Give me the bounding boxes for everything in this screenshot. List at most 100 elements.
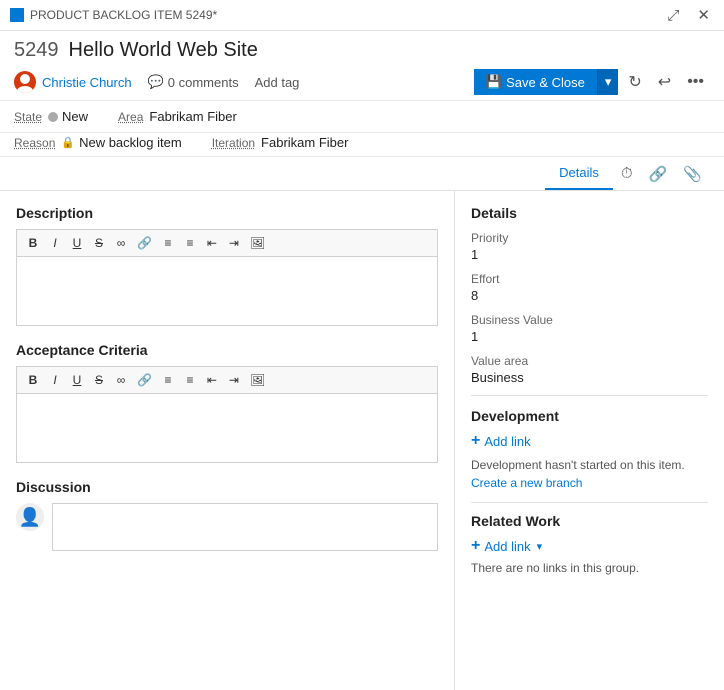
title-bar-label: PRODUCT BACKLOG ITEM 5249* [30, 8, 217, 22]
ol-button[interactable]: ≡ [180, 234, 200, 252]
underline-button[interactable]: U [67, 234, 87, 252]
ac-ol-button[interactable]: ≡ [180, 371, 200, 389]
fields-row-2: Reason 🔒 New backlog item Iteration Fabr… [0, 133, 724, 157]
development-note-text: Development hasn't started on this item. [471, 458, 685, 472]
lock-icon: 🔒 [61, 136, 75, 149]
ac-link-button[interactable]: 🔗 [133, 371, 156, 389]
refresh-button[interactable]: ↻ [622, 68, 647, 96]
discussion-avatar: 👤 [16, 503, 44, 531]
strikethrough-button[interactable]: S [89, 234, 109, 252]
bold-button[interactable]: B [23, 234, 43, 252]
acceptance-criteria-toolbar: B I U S ∞ 🔗 ≡ ≡ ⇤ ⇥ 🖼 [16, 366, 438, 393]
iteration-field-group: Iteration Fabrikam Fiber [212, 135, 349, 150]
left-panel: Description B I U S ∞ 🔗 ≡ ≡ ⇤ ⇥ 🖼 Accept… [0, 191, 455, 690]
area-field-group: Area Fabrikam Fiber [118, 109, 237, 124]
state-field-group: State New [14, 109, 88, 124]
reason-field-group: Reason 🔒 New backlog item [14, 135, 182, 150]
business-value-label: Business Value [471, 313, 708, 327]
effort-label: Effort [471, 272, 708, 286]
save-close-group: 💾 Save & Close ▾ [474, 69, 618, 95]
code-button[interactable]: ∞ [111, 234, 131, 252]
discussion-input[interactable] [52, 503, 438, 551]
action-buttons: 💾 Save & Close ▾ ↻ ↩ ••• [474, 68, 710, 96]
value-area-label: Value area [471, 354, 708, 368]
title-bar: PRODUCT BACKLOG ITEM 5249* ⤢ ✕ [0, 0, 724, 31]
reason-text: New backlog item [79, 135, 182, 150]
item-id: 5249 [14, 39, 59, 62]
image-button[interactable]: 🖼 [246, 234, 269, 252]
acceptance-criteria-section: Acceptance Criteria B I U S ∞ 🔗 ≡ ≡ ⇤ ⇥ … [16, 342, 438, 463]
description-toolbar: B I U S ∞ 🔗 ≡ ≡ ⇤ ⇥ 🖼 [16, 229, 438, 256]
related-work-section: Related Work + Add link ▾ There are no l… [471, 513, 708, 575]
save-close-dropdown-button[interactable]: ▾ [597, 69, 619, 95]
ul-button[interactable]: ≡ [158, 234, 178, 252]
ac-ul-button[interactable]: ≡ [158, 371, 178, 389]
development-title: Development [471, 408, 708, 424]
avatar [14, 71, 36, 93]
acceptance-criteria-title: Acceptance Criteria [16, 342, 438, 358]
divider-1 [471, 395, 708, 396]
description-title: Description [16, 205, 438, 221]
tab-links[interactable]: 🔗 [641, 159, 676, 189]
state-value: New [48, 109, 88, 124]
description-section: Description B I U S ∞ 🔗 ≡ ≡ ⇤ ⇥ 🖼 [16, 205, 438, 326]
iteration-label: Iteration [212, 136, 255, 150]
area-value: Fabrikam Fiber [149, 109, 236, 124]
person-icon: 👤 [19, 507, 41, 528]
dropdown-icon: ▾ [537, 540, 543, 553]
divider-2 [471, 502, 708, 503]
ac-indent-right-button[interactable]: ⇥ [224, 371, 244, 389]
development-section: Development + Add link Development hasn'… [471, 408, 708, 492]
state-label: State [14, 110, 42, 124]
discussion-section: Discussion 👤 [16, 479, 438, 551]
indent-left-button[interactable]: ⇤ [202, 234, 222, 252]
effort-value: 8 [471, 288, 708, 303]
ac-strikethrough-button[interactable]: S [89, 371, 109, 389]
more-options-button[interactable]: ••• [681, 69, 710, 95]
tab-details[interactable]: Details [545, 157, 613, 190]
plus-icon-dev: + [471, 432, 480, 450]
tabs-row: Details ⏱ 🔗 📎 [0, 157, 724, 191]
indent-right-button[interactable]: ⇥ [224, 234, 244, 252]
expand-button[interactable]: ⤢ [663, 5, 683, 26]
development-add-link-label: Add link [484, 434, 530, 449]
related-work-add-link-label: Add link [484, 539, 530, 554]
tab-attachments[interactable]: 📎 [675, 159, 710, 189]
priority-label: Priority [471, 231, 708, 245]
iteration-value: Fabrikam Fiber [261, 135, 348, 150]
priority-value: 1 [471, 247, 708, 262]
comments-link[interactable]: 💬 0 comments [148, 74, 239, 90]
state-dot [48, 112, 58, 122]
state-text: New [62, 109, 88, 124]
undo-button[interactable]: ↩ [652, 68, 677, 96]
item-title: Hello World Web Site [69, 39, 258, 62]
ac-italic-button[interactable]: I [45, 371, 65, 389]
area-label: Area [118, 110, 143, 124]
ac-underline-button[interactable]: U [67, 371, 87, 389]
create-branch-link[interactable]: Create a new branch [471, 476, 582, 490]
details-panel-title: Details [471, 205, 708, 221]
user-badge[interactable]: Christie Church [14, 71, 132, 93]
tab-history[interactable]: ⏱ [613, 159, 641, 188]
save-close-label: Save & Close [506, 75, 585, 90]
development-note: Development hasn't started on this item.… [471, 456, 708, 492]
business-value-value: 1 [471, 329, 708, 344]
ac-indent-left-button[interactable]: ⇤ [202, 371, 222, 389]
add-tag-button[interactable]: Add tag [255, 75, 300, 90]
backlog-icon [10, 8, 24, 22]
ac-bold-button[interactable]: B [23, 371, 43, 389]
acceptance-criteria-editor[interactable] [16, 393, 438, 463]
link-button[interactable]: 🔗 [133, 234, 156, 252]
reason-label: Reason [14, 136, 55, 150]
related-work-title: Related Work [471, 513, 708, 529]
related-work-add-link-button[interactable]: + Add link ▾ [471, 537, 542, 555]
ac-image-button[interactable]: 🖼 [246, 371, 269, 389]
right-panel: Details Priority 1 Effort 8 Business Val… [455, 191, 724, 690]
italic-button[interactable]: I [45, 234, 65, 252]
item-header: 5249 Hello World Web Site Christie Churc… [0, 31, 724, 101]
save-close-button[interactable]: 💾 Save & Close [474, 69, 597, 95]
development-add-link-button[interactable]: + Add link [471, 432, 531, 450]
close-button[interactable]: ✕ [693, 4, 714, 26]
ac-code-button[interactable]: ∞ [111, 371, 131, 389]
description-editor[interactable] [16, 256, 438, 326]
